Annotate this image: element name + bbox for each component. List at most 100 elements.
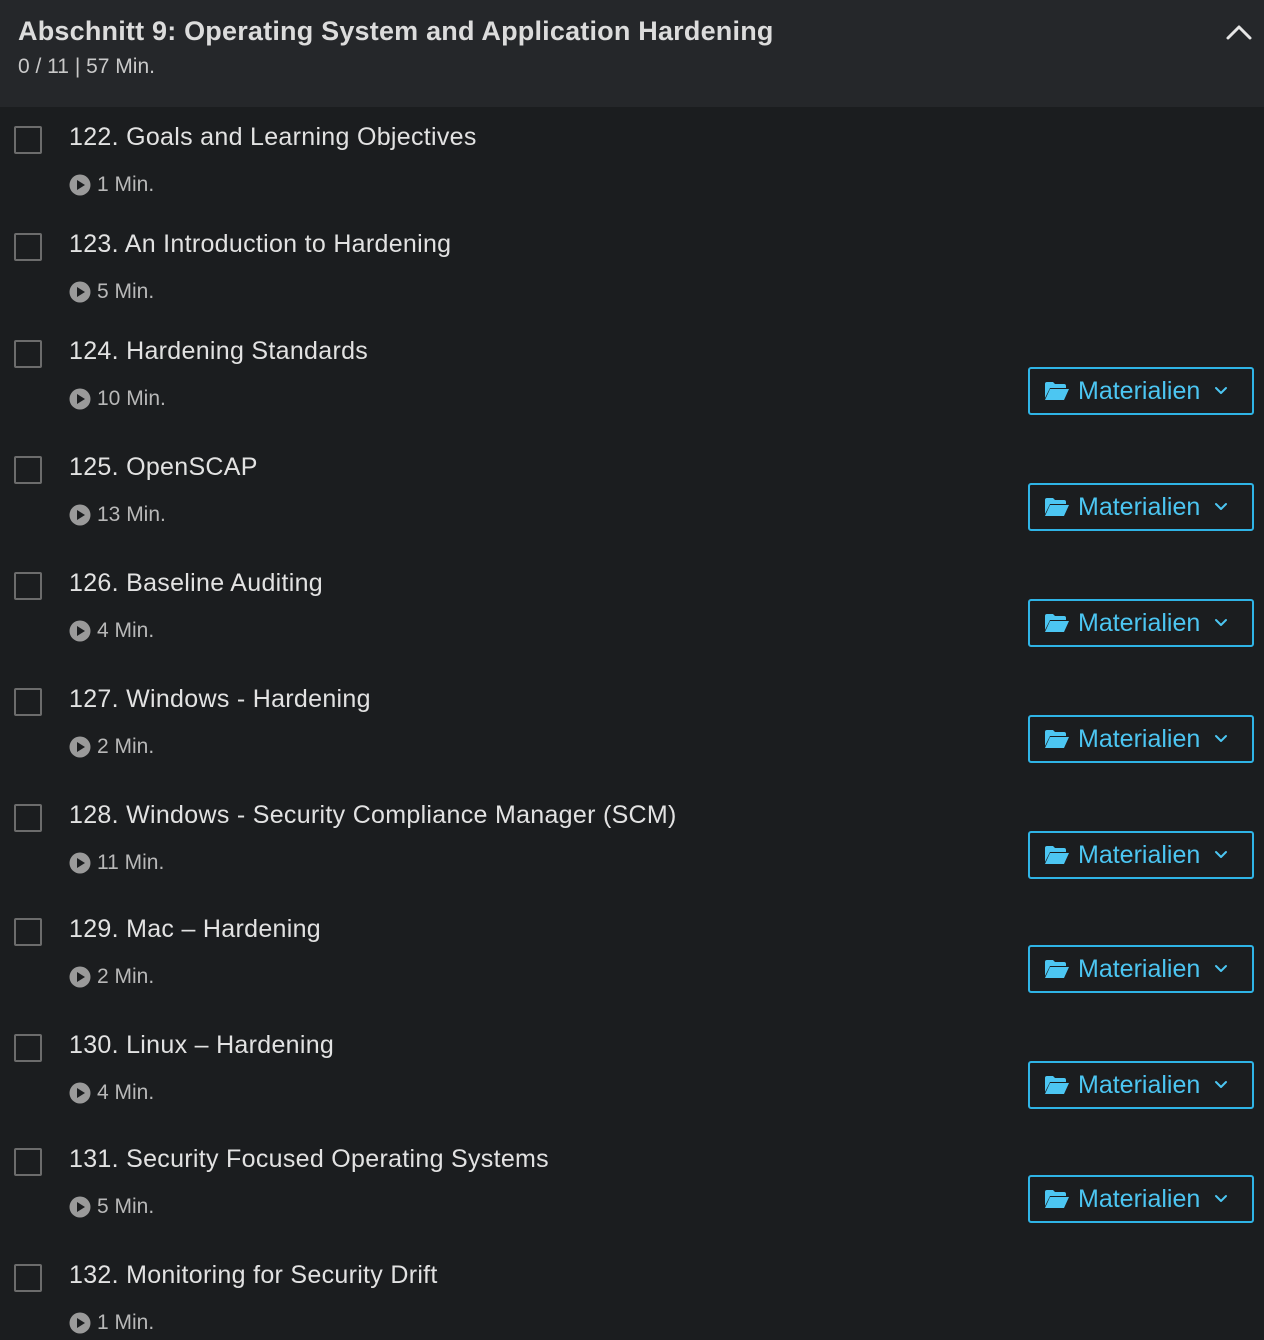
play-icon — [69, 1312, 91, 1334]
lecture-duration: 1 Min. — [69, 173, 154, 197]
lecture-complete-checkbox[interactable] — [14, 804, 42, 832]
lecture-complete-checkbox[interactable] — [14, 126, 42, 154]
play-icon — [69, 966, 91, 988]
chevron-down-icon — [1215, 387, 1228, 394]
play-icon — [69, 388, 91, 410]
duration-text: 2 Min. — [97, 965, 155, 988]
lecture-duration: 10 Min. — [69, 387, 166, 411]
lecture-item[interactable]: 130. Linux – Hardening 4 Min. Materialien — [0, 1015, 1264, 1129]
materials-dropdown-button[interactable]: Materialien — [1028, 1175, 1254, 1223]
chevron-down-icon — [1215, 619, 1228, 626]
lecture-duration: 5 Min. — [69, 1195, 154, 1219]
lecture-item[interactable]: 132. Monitoring for Security Drift 1 Min. — [0, 1245, 1264, 1340]
lecture-title[interactable]: 123. An Introduction to Hardening — [69, 230, 451, 259]
duration-text: 10 Min. — [97, 387, 166, 410]
play-icon — [69, 736, 91, 758]
lecture-duration: 2 Min. — [69, 965, 154, 989]
lecture-complete-checkbox[interactable] — [14, 1034, 42, 1062]
materials-dropdown-button[interactable]: Materialien — [1028, 715, 1254, 763]
folder-open-icon — [1045, 1076, 1069, 1094]
chevron-down-icon — [1215, 851, 1228, 858]
chevron-down-icon — [1215, 1081, 1228, 1088]
folder-open-icon — [1045, 1190, 1069, 1208]
lecture-duration: 4 Min. — [69, 619, 154, 643]
folder-open-icon — [1045, 960, 1069, 978]
lecture-title[interactable]: 122. Goals and Learning Objectives — [69, 123, 477, 152]
materials-label: Materialien — [1078, 608, 1201, 637]
duration-text: 5 Min. — [97, 1195, 155, 1218]
play-icon — [69, 852, 91, 874]
materials-label: Materialien — [1078, 376, 1201, 405]
lecture-item[interactable]: 129. Mac – Hardening 2 Min. Materialien — [0, 899, 1264, 1015]
lecture-item[interactable]: 127. Windows - Hardening 2 Min. Materialie… — [0, 669, 1264, 785]
materials-dropdown-button[interactable]: Materialien — [1028, 831, 1254, 879]
lecture-duration: 1 Min. — [69, 1311, 154, 1335]
lecture-title[interactable]: 125. OpenSCAP — [69, 453, 258, 482]
materials-dropdown-button[interactable]: Materialien — [1028, 599, 1254, 647]
duration-text: 4 Min. — [97, 619, 155, 642]
play-icon — [69, 281, 91, 303]
chevron-down-icon — [1215, 965, 1228, 972]
chevron-down-icon — [1215, 735, 1228, 742]
folder-open-icon — [1045, 730, 1069, 748]
play-icon — [69, 1196, 91, 1218]
chevron-up-icon — [1226, 25, 1252, 40]
lecture-complete-checkbox[interactable] — [14, 233, 42, 261]
collapse-section-button[interactable] — [1224, 18, 1254, 46]
materials-dropdown-button[interactable]: Materialien — [1028, 1061, 1254, 1109]
lecture-duration: 2 Min. — [69, 735, 154, 759]
lecture-title[interactable]: 130. Linux – Hardening — [69, 1031, 334, 1060]
materials-label: Materialien — [1078, 1184, 1201, 1213]
section-header[interactable]: Abschnitt 9: Operating System and Applic… — [0, 0, 1264, 107]
lecture-complete-checkbox[interactable] — [14, 340, 42, 368]
lecture-duration: 11 Min. — [69, 851, 164, 875]
materials-dropdown-button[interactable]: Materialien — [1028, 367, 1254, 415]
lecture-title[interactable]: 128. Windows - Security Compliance Manag… — [69, 801, 677, 830]
lecture-complete-checkbox[interactable] — [14, 456, 42, 484]
chevron-down-icon — [1215, 503, 1228, 510]
materials-dropdown-button[interactable]: Materialien — [1028, 945, 1254, 993]
materials-label: Materialien — [1078, 724, 1201, 753]
folder-open-icon — [1045, 498, 1069, 516]
lecture-item[interactable]: 123. An Introduction to Hardening 5 Min. — [0, 214, 1264, 321]
lecture-title[interactable]: 126. Baseline Auditing — [69, 569, 323, 598]
materials-label: Materialien — [1078, 840, 1201, 869]
folder-open-icon — [1045, 382, 1069, 400]
lecture-title[interactable]: 131. Security Focused Operating Systems — [69, 1145, 549, 1174]
lecture-item[interactable]: 131. Security Focused Operating Systems 5… — [0, 1129, 1264, 1245]
lecture-complete-checkbox[interactable] — [14, 1264, 42, 1292]
duration-text: 13 Min. — [97, 503, 166, 526]
duration-text: 4 Min. — [97, 1081, 155, 1104]
folder-open-icon — [1045, 846, 1069, 864]
folder-open-icon — [1045, 614, 1069, 632]
lecture-title[interactable]: 127. Windows - Hardening — [69, 685, 371, 714]
materials-label: Materialien — [1078, 492, 1201, 521]
play-icon — [69, 174, 91, 196]
duration-text: 11 Min. — [97, 851, 165, 874]
lecture-item[interactable]: 125. OpenSCAP 13 Min. Materialien — [0, 437, 1264, 553]
lecture-complete-checkbox[interactable] — [14, 1148, 42, 1176]
lecture-complete-checkbox[interactable] — [14, 572, 42, 600]
duration-text: 2 Min. — [97, 735, 155, 758]
play-icon — [69, 1082, 91, 1104]
materials-dropdown-button[interactable]: Materialien — [1028, 483, 1254, 531]
lecture-title[interactable]: 124. Hardening Standards — [69, 337, 368, 366]
lecture-item[interactable]: 128. Windows - Security Compliance Manag… — [0, 785, 1264, 899]
lecture-duration: 13 Min. — [69, 503, 166, 527]
duration-text: 1 Min. — [97, 173, 155, 196]
section-progress: 0 / 11 | 57 Min. — [18, 55, 155, 78]
lecture-title[interactable]: 132. Monitoring for Security Drift — [69, 1261, 438, 1290]
lecture-complete-checkbox[interactable] — [14, 688, 42, 716]
materials-label: Materialien — [1078, 954, 1201, 983]
duration-text: 5 Min. — [97, 280, 155, 303]
lecture-item[interactable]: 126. Baseline Auditing 4 Min. Materialien — [0, 553, 1264, 669]
lecture-item[interactable]: 122. Goals and Learning Objectives 1 Min. — [0, 107, 1264, 214]
lecture-complete-checkbox[interactable] — [14, 918, 42, 946]
section-title: Abschnitt 9: Operating System and Applic… — [18, 16, 774, 46]
chevron-down-icon — [1215, 1195, 1228, 1202]
lecture-title[interactable]: 129. Mac – Hardening — [69, 915, 321, 944]
play-icon — [69, 504, 91, 526]
lecture-item[interactable]: 124. Hardening Standards 10 Min. Materiali… — [0, 321, 1264, 437]
duration-text: 1 Min. — [97, 1311, 155, 1334]
lecture-duration: 5 Min. — [69, 280, 154, 304]
